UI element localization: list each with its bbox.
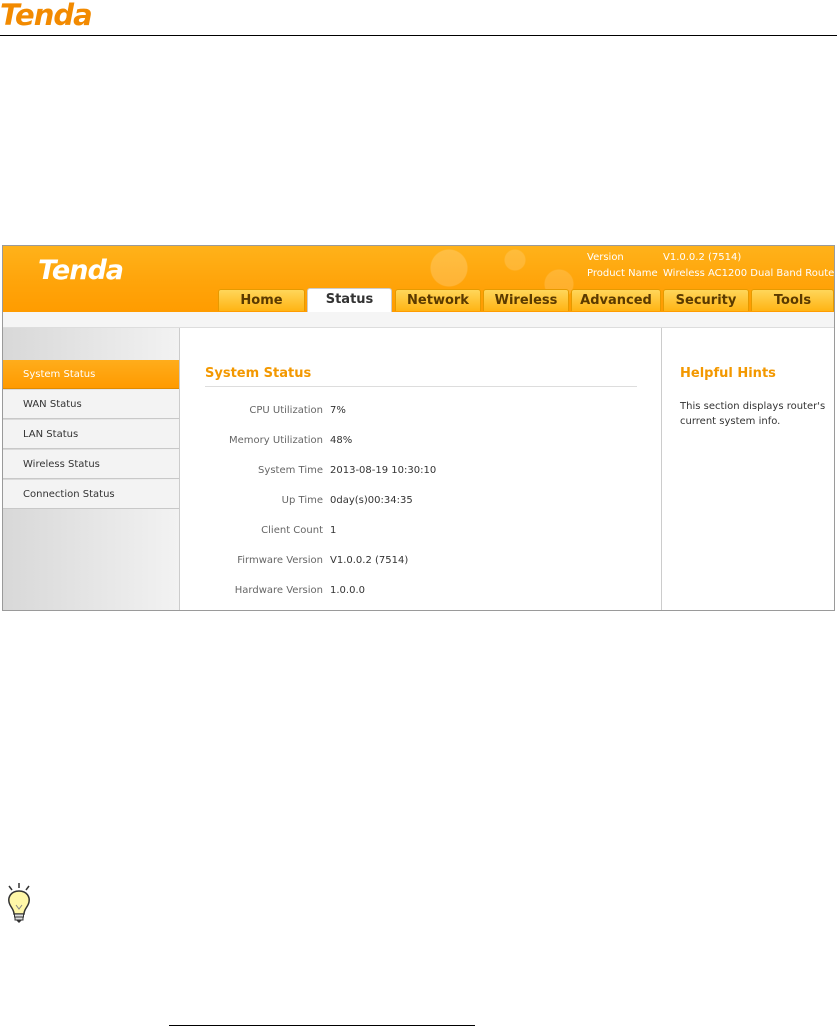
status-row: Memory Utilization 48% [181, 435, 661, 449]
lightbulb-icon [4, 883, 34, 925]
helpful-hints-panel: Helpful Hints This section displays rout… [661, 328, 834, 610]
status-value: V1.0.0.2 (7514) [330, 555, 409, 566]
product-label: Product Name [587, 268, 658, 279]
sidebar-item-lan-status[interactable]: LAN Status [3, 420, 179, 449]
sidebar-item-system-status[interactable]: System Status [3, 360, 179, 389]
status-label: Memory Utilization [229, 435, 323, 446]
status-label: Client Count [261, 525, 323, 536]
version-label: Version [587, 252, 624, 263]
status-value: 2013-08-19 10:30:10 [330, 465, 437, 476]
status-value: 0day(s)00:34:35 [330, 495, 413, 506]
sidebar: System Status WAN Status LAN Status Wire… [3, 328, 180, 610]
footnote-rule [169, 1025, 475, 1026]
product-value: Wireless AC1200 Dual Band Router [663, 268, 834, 279]
status-row: Up Time 0day(s)00:34:35 [181, 495, 661, 509]
sidebar-item-wan-status[interactable]: WAN Status [3, 390, 179, 419]
status-label: System Time [258, 465, 323, 476]
version-info: Version V1.0.0.2 (7514) [587, 252, 741, 264]
doc-header-rule [0, 35, 837, 36]
status-value: 48% [330, 435, 353, 446]
router-logo: Tenda [38, 255, 124, 286]
status-row: CPU Utilization 7% [181, 405, 661, 419]
section-divider [205, 386, 637, 387]
status-row: Hardware Version 1.0.0.0 [181, 585, 661, 599]
tab-network[interactable]: Network [395, 289, 481, 311]
main-content: System Status CPU Utilization 7% Memory … [181, 328, 661, 610]
sidebar-item-connection-status[interactable]: Connection Status [3, 480, 179, 509]
tab-home[interactable]: Home [218, 289, 305, 311]
status-row: System Time 2013-08-19 10:30:10 [181, 465, 661, 479]
status-value: 7% [330, 405, 346, 416]
status-label: Firmware Version [237, 555, 323, 566]
tab-security[interactable]: Security [663, 289, 749, 311]
status-label: CPU Utilization [249, 405, 323, 416]
tab-status[interactable]: Status [307, 288, 392, 312]
status-value: 1 [330, 525, 337, 536]
tab-wireless[interactable]: Wireless [483, 289, 569, 311]
version-value: V1.0.0.2 (7514) [663, 252, 742, 263]
hints-text: This section displays router's current s… [680, 401, 826, 427]
status-label: Hardware Version [234, 585, 323, 596]
router-screenshot: Tenda Version V1.0.0.2 (7514) Product Nam… [2, 245, 835, 611]
tab-underline-stripe [3, 312, 834, 328]
status-label: Up Time [281, 495, 323, 506]
status-row: Client Count 1 [181, 525, 661, 539]
hints-title: Helpful Hints [680, 366, 776, 381]
product-info: Product Name Wireless AC1200 Dual Band Ro… [587, 268, 834, 280]
status-row: Firmware Version V1.0.0.2 (7514) [181, 555, 661, 569]
section-title: System Status [205, 366, 312, 381]
tab-tools[interactable]: Tools [751, 289, 834, 311]
router-banner: Tenda Version V1.0.0.2 (7514) Product Nam… [3, 246, 834, 312]
tab-advanced[interactable]: Advanced [571, 289, 661, 311]
status-value: 1.0.0.0 [330, 585, 365, 596]
doc-logo: Tenda [0, 0, 93, 32]
sidebar-item-wireless-status[interactable]: Wireless Status [3, 450, 179, 479]
